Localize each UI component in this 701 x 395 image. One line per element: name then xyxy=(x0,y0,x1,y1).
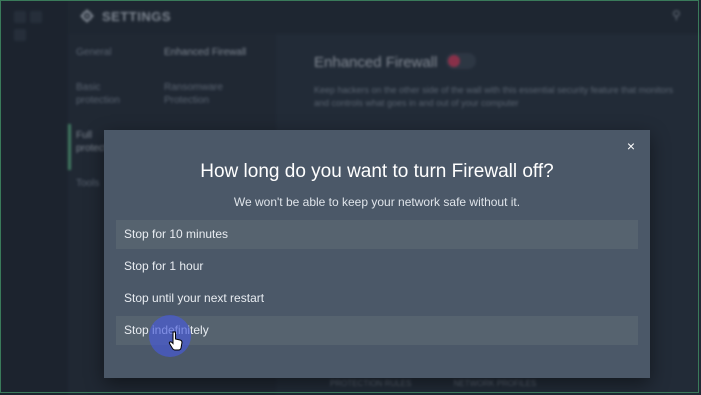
tab-protection-rules[interactable]: PROTECTION RULES xyxy=(330,379,411,388)
nav-selection-indicator xyxy=(68,124,71,170)
nav-item-basic-protection[interactable]: Basic protection xyxy=(76,81,126,107)
dialog-subtitle: We won't be able to keep your network sa… xyxy=(233,195,521,209)
page-title: SETTINGS xyxy=(102,9,172,24)
cursor-icon xyxy=(168,331,183,351)
left-rail xyxy=(0,0,68,395)
nav-item-ransomware-protection[interactable]: Ransomware Protection xyxy=(164,81,254,107)
firewall-toggle[interactable] xyxy=(446,53,476,69)
option-stop-10-minutes[interactable]: Stop for 10 minutes xyxy=(116,220,638,249)
section-title: Enhanced Firewall xyxy=(314,54,438,71)
window-controls xyxy=(14,10,60,41)
option-stop-1-hour[interactable]: Stop for 1 hour xyxy=(116,252,638,281)
dialog-title: How long do you want to turn Firewall of… xyxy=(200,161,554,182)
nav-item-general[interactable]: General xyxy=(76,46,126,59)
option-stop-indefinitely[interactable]: Stop indefinitely xyxy=(116,316,638,345)
tab-network-profiles[interactable]: NETWORK PROFILES xyxy=(454,379,537,388)
close-icon[interactable]: × xyxy=(622,137,640,155)
nav-item-enhanced-firewall[interactable]: Enhanced Firewall xyxy=(164,46,254,59)
option-stop-until-restart[interactable]: Stop until your next restart xyxy=(116,284,638,313)
content-tabs: PROTECTION RULES NETWORK PROFILES xyxy=(330,379,576,388)
search-icon[interactable]: ⚲ xyxy=(672,8,681,22)
gear-icon xyxy=(80,9,94,23)
nav-subitems: Enhanced Firewall Ransomware Protection xyxy=(164,46,254,129)
section-description: Keep hackers on the other side of the wa… xyxy=(314,85,674,108)
